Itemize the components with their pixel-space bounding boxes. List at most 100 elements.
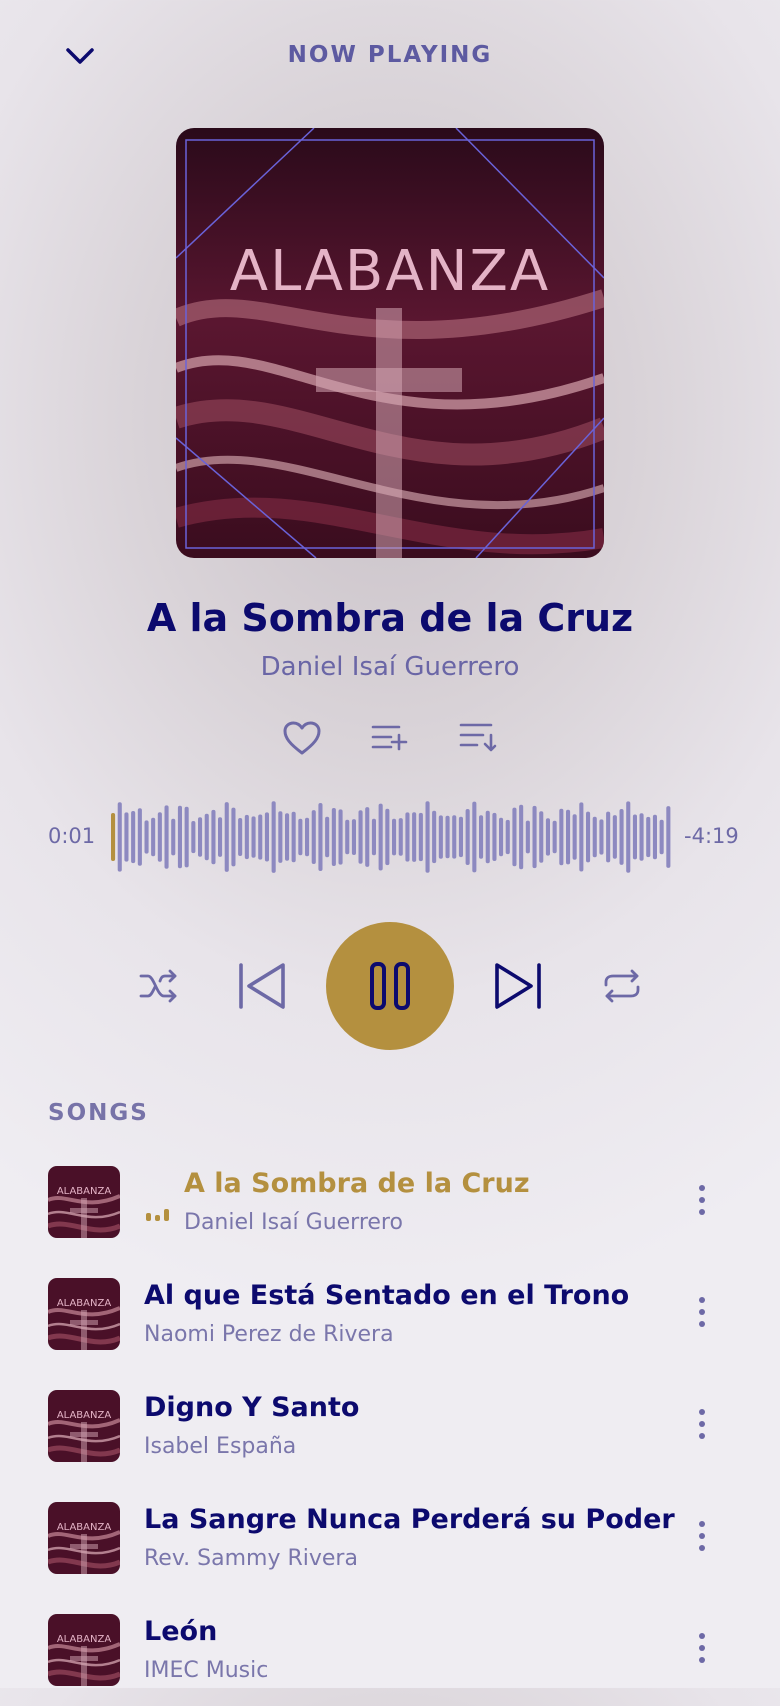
song-title: Digno Y Santo (144, 1392, 360, 1423)
waveform-bar (632, 814, 637, 860)
waveform-bar (358, 810, 363, 864)
song-thumbnail: ALABANZA (48, 1390, 120, 1462)
page-title: NOW PLAYING (287, 42, 493, 68)
song-row[interactable]: ALABANZA Al que Está Sentado en el Trono N… (48, 1278, 732, 1370)
more-options-icon[interactable] (690, 1404, 714, 1444)
waveform-bar (278, 811, 283, 863)
waveform-bar (432, 810, 437, 864)
more-options-icon[interactable] (690, 1628, 714, 1668)
waveform-bar (177, 805, 182, 869)
songs-section-title: SONGS (48, 1100, 149, 1126)
album-art-text: ALABANZA (230, 239, 550, 304)
waveform-bar (412, 812, 417, 862)
waveform-bar (425, 801, 430, 873)
waveform-bar (204, 813, 209, 861)
waveform-bar (438, 815, 443, 859)
waveform-bar (552, 820, 557, 854)
waveform-bar (492, 812, 497, 861)
add-to-queue-button[interactable] (364, 712, 416, 764)
svg-text:ALABANZA: ALABANZA (57, 1410, 112, 1421)
waveform-bar (137, 808, 142, 866)
waveform-bar (485, 810, 490, 864)
heart-icon (283, 721, 321, 755)
svg-text:ALABANZA: ALABANZA (57, 1298, 112, 1309)
waveform-bar (465, 809, 470, 865)
waveform-bar (479, 815, 484, 859)
waveform-bar (338, 809, 343, 865)
waveform-bar (371, 818, 376, 856)
song-row[interactable]: ALABANZA León IMEC Music (48, 1614, 732, 1706)
more-options-icon[interactable] (690, 1516, 714, 1556)
waveform-bar (559, 808, 564, 866)
remaining-time: -4:19 (684, 824, 739, 848)
repeat-icon (604, 969, 640, 1003)
waveform-bar (231, 807, 236, 867)
waveform-bar (305, 817, 310, 857)
waveform-bar (606, 811, 611, 863)
song-thumbnail: ALABANZA (48, 1278, 120, 1350)
waveform-bar (171, 818, 176, 856)
song-thumbnail: ALABANZA (48, 1502, 120, 1574)
waveform-bar (579, 802, 584, 872)
more-options-icon[interactable] (690, 1292, 714, 1332)
waveform-bar (652, 814, 657, 860)
song-artist: IMEC Music (144, 1658, 269, 1683)
waveform-bar (318, 803, 323, 871)
pause-button[interactable] (326, 922, 454, 1050)
track-artist: Daniel Isaí Guerrero (260, 652, 520, 682)
waveform-bar (164, 805, 169, 869)
svg-text:ALABANZA: ALABANZA (57, 1634, 112, 1645)
like-button[interactable] (276, 712, 328, 764)
waveform-bar (191, 821, 196, 854)
song-artist: Daniel Isaí Guerrero (184, 1210, 403, 1235)
pause-icon (370, 962, 410, 1010)
waveform-bar (291, 811, 296, 863)
waveform-bar (285, 813, 290, 861)
waveform-bar (144, 820, 149, 854)
shuffle-button[interactable] (136, 962, 182, 1010)
playlist-icon (459, 723, 497, 752)
waveform-bar (198, 817, 203, 857)
waveform-bar (499, 817, 504, 857)
waveform-bar (351, 819, 356, 855)
waveform-bar (519, 804, 524, 870)
repeat-button[interactable] (600, 962, 644, 1010)
add-to-queue-icon (371, 725, 408, 751)
song-row[interactable]: ALABANZA Digno Y Santo Isabel España (48, 1390, 732, 1482)
waveform-bar (117, 802, 122, 872)
waveform-bar (385, 808, 390, 866)
track-title: A la Sombra de la Cruz (146, 596, 634, 640)
waveform-progress[interactable] (110, 798, 672, 876)
waveform-bar (251, 816, 256, 858)
next-icon (495, 963, 541, 1009)
waveform-bar (224, 802, 229, 872)
waveform-bar (545, 818, 550, 856)
song-thumbnail: ALABANZA (48, 1614, 120, 1686)
waveform-bar (345, 819, 350, 855)
waveform-bar (131, 811, 136, 864)
waveform-bar (505, 819, 510, 855)
song-title: La Sangre Nunca Perderá su Poder (144, 1504, 675, 1535)
song-row[interactable]: ALABANZA A la Sombra de la Cruz Daniel Isa… (48, 1166, 732, 1258)
waveform-bar (572, 814, 577, 860)
waveform-bar (619, 809, 624, 865)
waveform-bar (244, 814, 249, 860)
waveform-bar (258, 814, 263, 860)
song-artist: Isabel España (144, 1434, 297, 1459)
waveform-bar (298, 818, 303, 856)
next-button[interactable] (492, 958, 544, 1014)
svg-text:ALABANZA: ALABANZA (57, 1186, 112, 1197)
waveform-bar (405, 812, 410, 862)
previous-icon (239, 963, 285, 1009)
shuffle-icon (139, 969, 177, 1003)
waveform-bar (211, 809, 216, 865)
waveform-bar (264, 812, 269, 862)
more-options-icon[interactable] (690, 1180, 714, 1220)
song-row[interactable]: ALABANZA La Sangre Nunca Perderá su Poder… (48, 1502, 732, 1594)
waveform-bar (566, 809, 571, 865)
song-title: A la Sombra de la Cruz (184, 1168, 530, 1199)
playlist-button[interactable] (452, 712, 504, 764)
previous-button[interactable] (236, 958, 288, 1014)
waveform-bar (592, 816, 597, 858)
waveform-bar (612, 815, 617, 859)
